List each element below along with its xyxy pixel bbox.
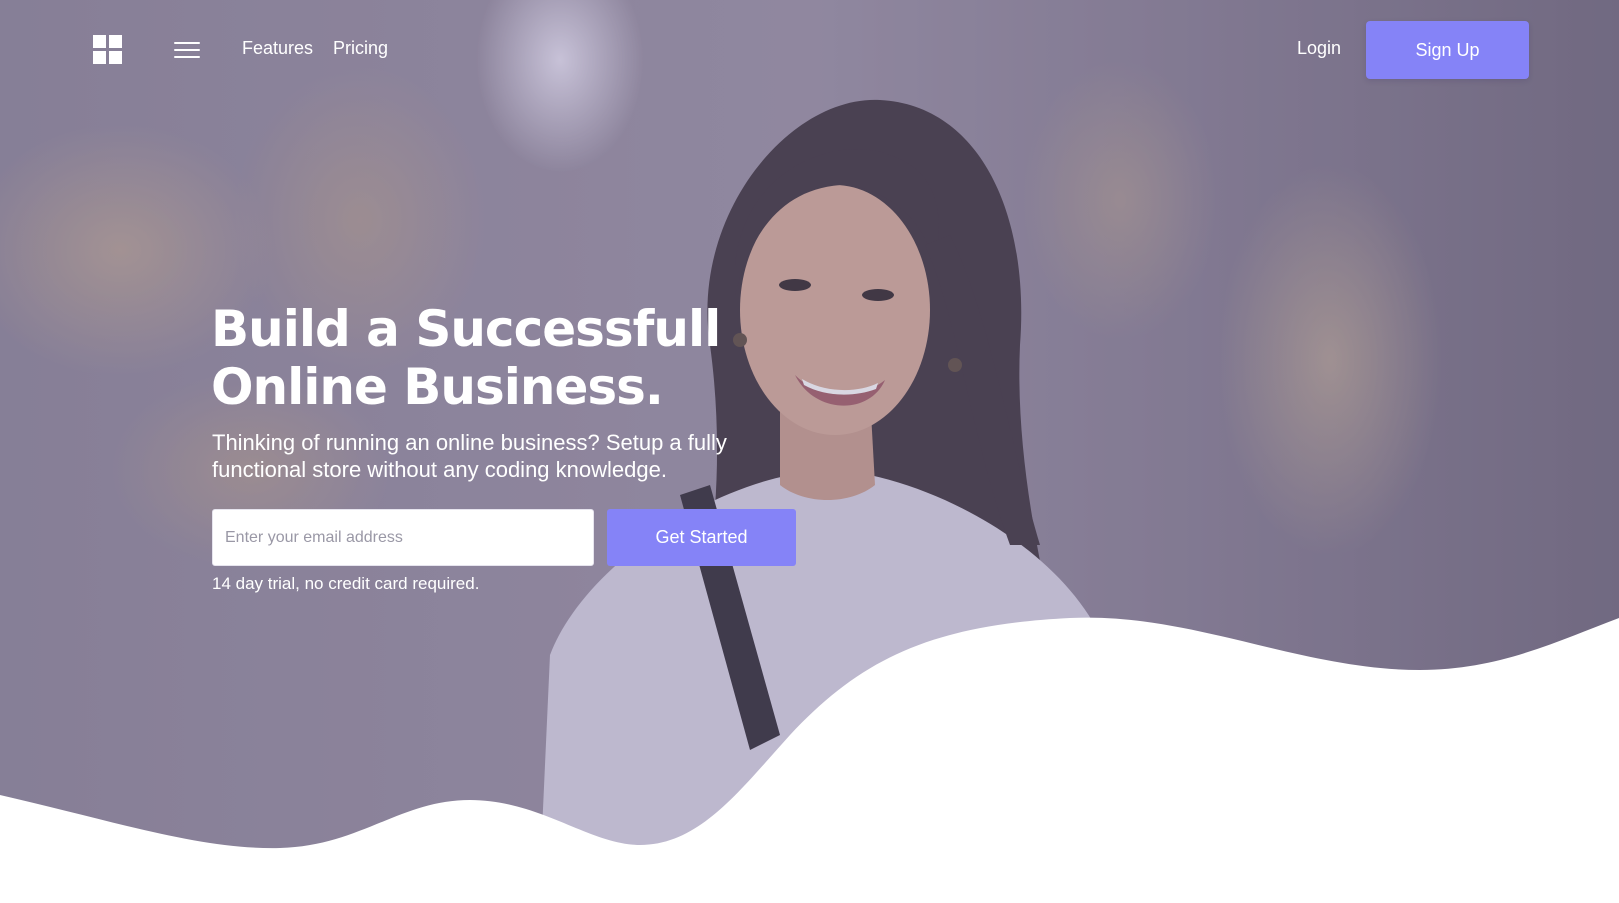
trial-note: 14 day trial, no credit card required. xyxy=(212,574,480,593)
top-navigation: Features Pricing Login Sign Up xyxy=(0,0,1619,98)
hero-title-line-2: Online Business. xyxy=(211,358,664,416)
hero-title: Build a Successfull Online Business. xyxy=(211,300,811,416)
hero-title-line-1: Build a Successfull xyxy=(211,300,721,358)
login-link[interactable]: Login xyxy=(1297,38,1341,59)
hamburger-menu-icon[interactable] xyxy=(174,40,200,60)
email-input[interactable] xyxy=(212,509,594,566)
get-started-button[interactable]: Get Started xyxy=(607,509,796,566)
windows-grid-icon[interactable] xyxy=(93,35,122,64)
nav-link-pricing[interactable]: Pricing xyxy=(333,38,388,59)
landing-page: Features Pricing Login Sign Up Build a S… xyxy=(0,0,1619,903)
hero-subtitle: Thinking of running an online business? … xyxy=(212,430,727,482)
nav-link-features[interactable]: Features xyxy=(242,38,313,59)
sign-up-button[interactable]: Sign Up xyxy=(1366,21,1529,79)
